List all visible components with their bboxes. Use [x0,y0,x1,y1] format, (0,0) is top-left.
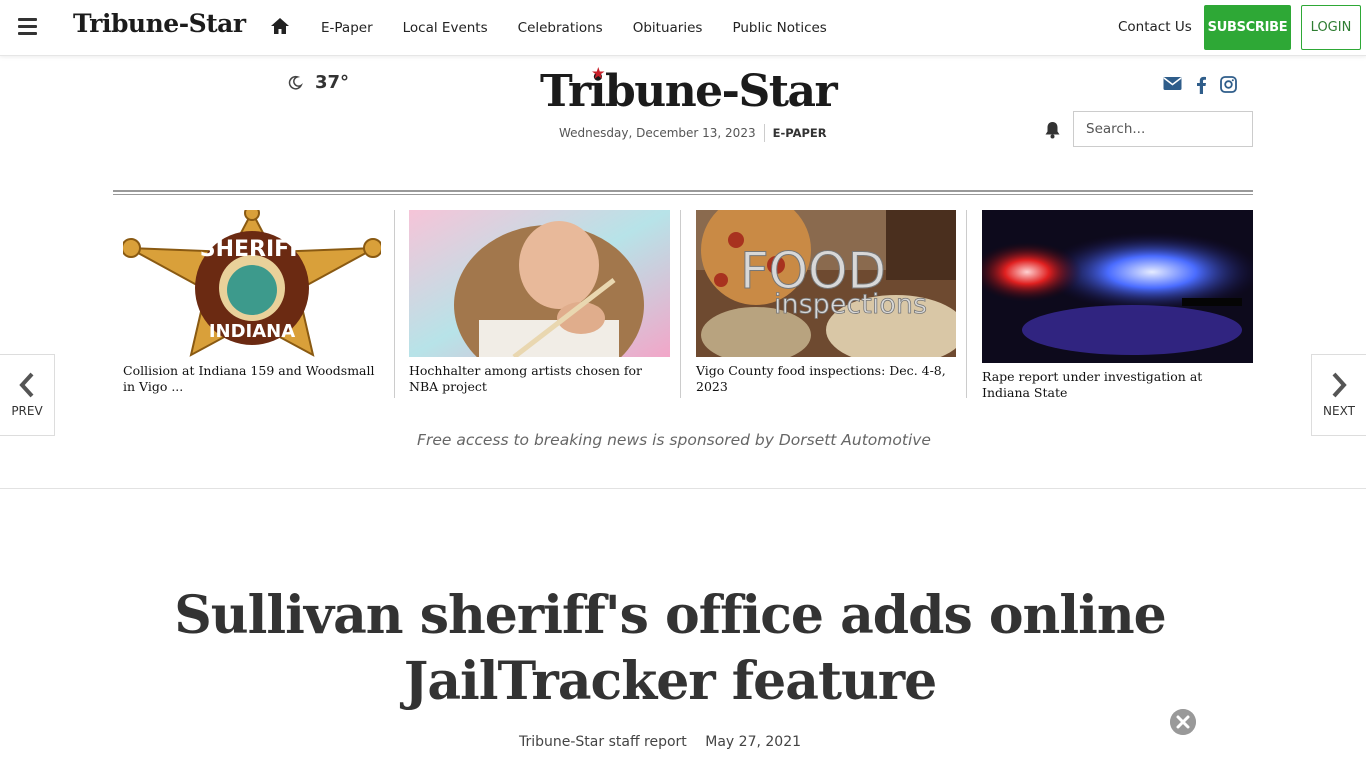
login-button[interactable]: LOGIN [1301,5,1361,50]
card-title[interactable]: Vigo County food inspections: Dec. 4-8, … [696,363,956,395]
carousel-card[interactable]: Hochhalter among artists chosen for NBA … [409,210,670,395]
contact-us-link[interactable]: Contact Us [1118,19,1192,35]
article-author[interactable]: Tribune-Star staff report [519,734,687,750]
email-icon[interactable] [1163,76,1182,91]
nav-link-epaper[interactable]: E-Paper [306,20,388,36]
masthead-logo[interactable]: Tribune-Star ★ [540,66,838,117]
masthead-logo-text: Tribune-Star [540,66,838,117]
prev-label: PREV [11,404,43,418]
divider [763,124,765,142]
instagram-icon[interactable] [1220,76,1237,93]
sheriff-badge-image: SHERIFF INDIANA [123,210,381,357]
badge-bottom-text: INDIANA [209,321,295,342]
chevron-left-icon [19,372,34,398]
search-input[interactable] [1073,111,1253,147]
carousel-card[interactable]: Rape report under investigation at India… [982,210,1253,401]
card-title[interactable]: Hochhalter among artists chosen for NBA … [409,363,670,395]
subscribe-button[interactable]: SUBSCRIBE [1204,5,1291,50]
artist-photo [409,210,670,357]
moon-icon [288,75,303,90]
article-byline: Tribune-Star staff report May 27, 2021 [0,734,1320,750]
badge-top-text: SHERIFF [200,237,304,262]
temperature: 37° [315,72,350,93]
epaper-link[interactable]: E-PAPER [773,126,827,142]
section-divider [0,488,1366,489]
star-icon: ★ [592,66,605,82]
nav-link-local-events[interactable]: Local Events [388,20,503,36]
close-icon[interactable] [1170,709,1196,735]
food-inspections-image: FOOD inspections [696,210,956,357]
carousel-next-button[interactable]: NEXT [1311,354,1366,436]
police-lights-image [982,210,1253,363]
current-date: Wednesday, December 13, 2023 [559,126,756,140]
hamburger-menu-icon[interactable] [18,18,37,35]
card-title[interactable]: Rape report under investigation at India… [982,369,1253,401]
weather-widget[interactable]: 37° [288,72,349,93]
inspections-word: inspections [774,289,927,320]
nav-link-public-notices[interactable]: Public Notices [717,20,841,36]
home-icon[interactable] [270,17,290,35]
nav-link-obituaries[interactable]: Obituaries [618,20,718,36]
notification-bell-icon[interactable] [1044,121,1061,139]
sponsor-message: Free access to breaking news is sponsore… [417,431,931,449]
carousel-card[interactable]: FOOD inspections Vigo County food inspec… [696,210,956,395]
divider [966,210,967,398]
carousel-prev-button[interactable]: PREV [0,354,55,436]
divider [680,210,681,398]
card-title[interactable]: Collision at Indiana 159 and Woodsmall i… [123,363,381,395]
article-date: May 27, 2021 [705,734,802,750]
nav-link-celebrations[interactable]: Celebrations [503,20,618,36]
chevron-right-icon [1332,372,1347,398]
masthead-rule [113,190,1253,195]
next-label: NEXT [1323,404,1355,418]
nav-logo[interactable]: Tribune-Star [73,9,246,38]
top-navigation-bar: Tribune-Star E-Paper Local Events Celebr… [0,0,1366,56]
nav-links: E-Paper Local Events Celebrations Obitua… [306,0,842,56]
facebook-icon[interactable] [1195,76,1207,94]
carousel-card[interactable]: SHERIFF INDIANA Collision at Indiana 159… [123,210,381,395]
divider [394,210,395,398]
social-links [1163,76,1237,94]
article-headline: Sullivan sheriff's office adds online Ja… [174,585,1167,712]
dateline: Wednesday, December 13, 2023 E-PAPER [559,124,827,142]
